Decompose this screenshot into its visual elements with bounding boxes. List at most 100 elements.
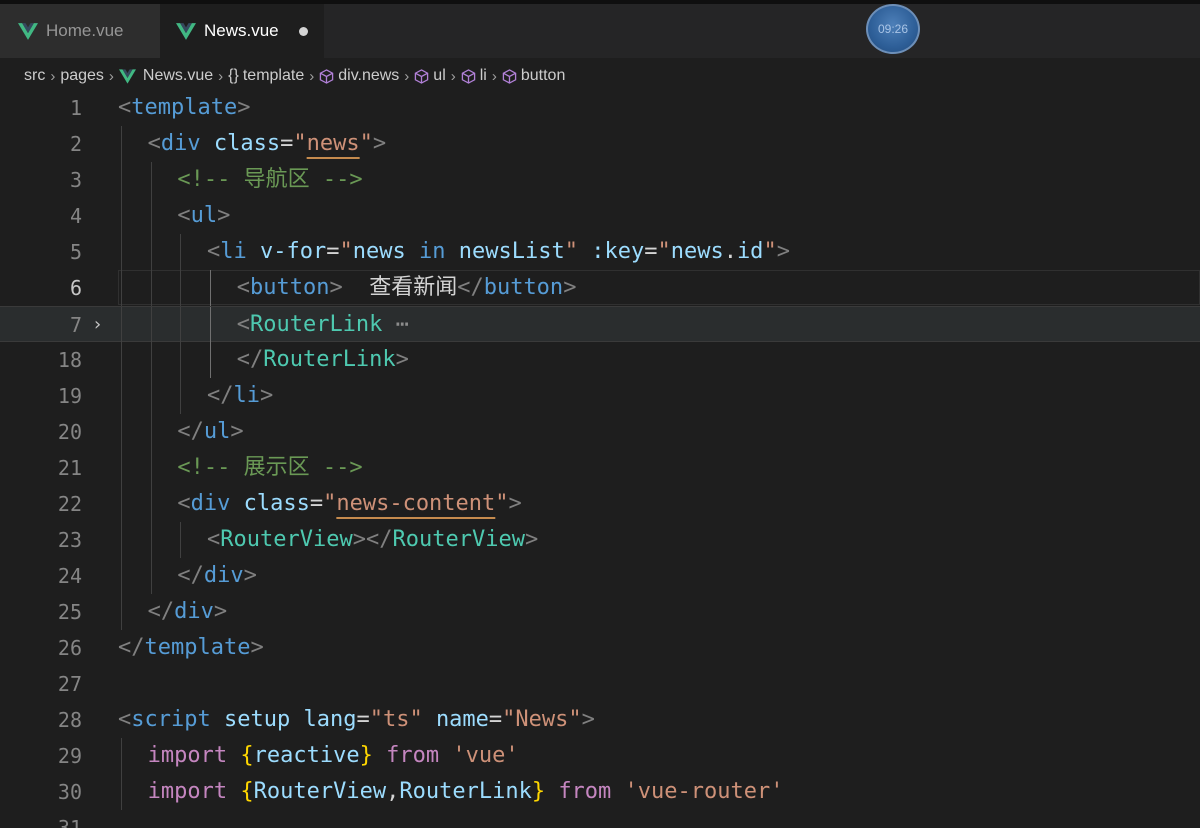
code-line[interactable]: 2 <div class="news"> xyxy=(0,126,1200,162)
line-number: 5 xyxy=(69,240,82,264)
code-token: > xyxy=(395,347,409,372)
code-line[interactable]: 23 <RouterView></RouterView> xyxy=(0,522,1200,558)
code-token: RouterLink xyxy=(263,347,396,372)
chevron-right-icon: › xyxy=(491,67,497,85)
code-token: 'vue' xyxy=(452,743,519,768)
code-line[interactable]: 21 <!-- 展示区 --> xyxy=(0,450,1200,486)
indent-guide xyxy=(150,558,152,594)
breadcrumb-item-div-news[interactable]: div.news xyxy=(319,67,399,85)
indent-guide xyxy=(150,234,152,270)
code-line[interactable]: 22 <div class="news-content"> xyxy=(0,486,1200,522)
chevron-right-icon: › xyxy=(404,67,410,85)
code-line[interactable]: 28 <script setup lang="ts" name="News"> xyxy=(0,702,1200,738)
fold-chevron-icon[interactable]: › xyxy=(92,307,103,343)
code-token: </ xyxy=(118,635,145,660)
code-line[interactable]: 4 <ul> xyxy=(0,198,1200,234)
code-token: > xyxy=(237,95,251,120)
code-token: > xyxy=(508,491,522,516)
code-token: setup xyxy=(223,707,291,732)
code-token: from xyxy=(386,743,440,768)
code-token: <!-- 展示区 --> xyxy=(177,455,363,480)
code-token: = xyxy=(644,239,658,264)
code-token: template xyxy=(144,635,251,660)
code-text: <div class="news"> xyxy=(148,126,386,162)
code-line[interactable]: 20 </ul> xyxy=(0,414,1200,450)
unsaved-changes-dot-icon[interactable] xyxy=(298,26,308,36)
code-line[interactable]: 29 import {reactive} from 'vue' xyxy=(0,738,1200,774)
indent-guide xyxy=(121,774,122,810)
code-line[interactable]: 30 import {RouterView,RouterLink} from 'v… xyxy=(0,774,1200,810)
code-line[interactable]: 18 </RouterLink> xyxy=(0,342,1200,378)
code-token: > xyxy=(563,275,577,300)
code-token: div xyxy=(203,563,244,588)
breadcrumb-item-src[interactable]: src xyxy=(24,67,45,85)
code-token: } xyxy=(531,779,546,804)
breadcrumb-item-ul[interactable]: ul xyxy=(414,67,446,85)
code-line[interactable]: 3 <!-- 导航区 --> xyxy=(0,162,1200,198)
breadcrumb-item-template[interactable]: {} template xyxy=(228,67,304,85)
code-token: { xyxy=(240,743,254,768)
code-token: < xyxy=(147,131,161,156)
code-token: " xyxy=(495,491,509,516)
line-number: 2 xyxy=(69,132,82,156)
code-editor[interactable]: 1 <template> 2 <div class="news"> 3 <!-- 导航区 … xyxy=(0,90,1200,828)
code-token: RouterLink xyxy=(249,312,383,337)
code-token: "News" xyxy=(502,707,582,732)
line-number: 26 xyxy=(57,636,82,660)
indent-guide xyxy=(121,486,122,522)
indent-guide xyxy=(150,162,152,198)
code-token: v-for xyxy=(260,239,327,264)
breadcrumb-item-file[interactable]: News.vue xyxy=(118,67,213,85)
code-text: import {reactive} from 'vue' xyxy=(148,738,519,774)
line-number: 4 xyxy=(69,204,82,228)
breadcrumb-item-pages[interactable]: pages xyxy=(60,67,104,85)
tab-label: Home.vue xyxy=(46,21,124,40)
chevron-right-icon: › xyxy=(50,67,56,85)
code-line[interactable]: 24 </div> xyxy=(0,558,1200,594)
code-token: < xyxy=(236,312,250,337)
indent-guide xyxy=(121,234,122,270)
code-token: ul xyxy=(190,203,218,228)
tab-home-vue[interactable]: Home.vue xyxy=(0,4,160,58)
code-token: </ xyxy=(147,599,175,624)
indent-guide xyxy=(180,270,182,306)
indent-guide xyxy=(150,450,152,486)
code-token: " xyxy=(359,131,373,156)
code-token: " xyxy=(323,491,337,516)
indent-guide xyxy=(180,234,182,270)
code-line[interactable]: 1 <template> xyxy=(0,90,1200,126)
indent-guide xyxy=(180,522,182,558)
code-token: </ xyxy=(207,383,234,408)
tab-news-vue[interactable]: News.vue xyxy=(160,4,324,58)
indent-guide xyxy=(121,162,122,198)
indent-guide xyxy=(150,198,152,234)
code-line[interactable]: 25 </div> xyxy=(0,594,1200,630)
code-token: class xyxy=(243,491,310,516)
code-token: < xyxy=(118,707,132,732)
breadcrumb-item-button[interactable]: button xyxy=(502,67,565,85)
code-token: :key xyxy=(591,239,645,264)
breadcrumb-label: ul xyxy=(433,67,446,84)
tab-label: News.vue xyxy=(204,21,279,40)
code-line[interactable]: 27 xyxy=(0,666,1200,702)
code-token: > xyxy=(243,563,257,588)
code-line[interactable]: 26 </template> xyxy=(0,630,1200,666)
breadcrumb-label: button xyxy=(520,67,566,84)
code-line[interactable]: 7 › <RouterLink ⋯ xyxy=(0,306,1200,343)
breadcrumb-item-li[interactable]: li xyxy=(461,67,487,85)
code-line[interactable]: 6 <button> 查看新闻</button> xyxy=(0,270,1200,306)
code-line[interactable]: 19 </li> xyxy=(0,378,1200,414)
code-token: = xyxy=(280,131,294,156)
indent-guide xyxy=(121,558,122,594)
breadcrumb-label: pages xyxy=(60,67,104,84)
code-line[interactable]: 31 xyxy=(0,810,1200,828)
braces-icon: {} xyxy=(228,67,239,84)
code-token: newsList xyxy=(458,239,565,264)
code-token: . xyxy=(723,239,737,264)
code-line[interactable]: 5 <li v-for="news in newsList" :key="news… xyxy=(0,234,1200,270)
code-text: <button> 查看新闻</button> xyxy=(237,270,577,306)
indent-guide xyxy=(121,270,122,306)
code-token[interactable]: ⋯ xyxy=(396,312,409,337)
